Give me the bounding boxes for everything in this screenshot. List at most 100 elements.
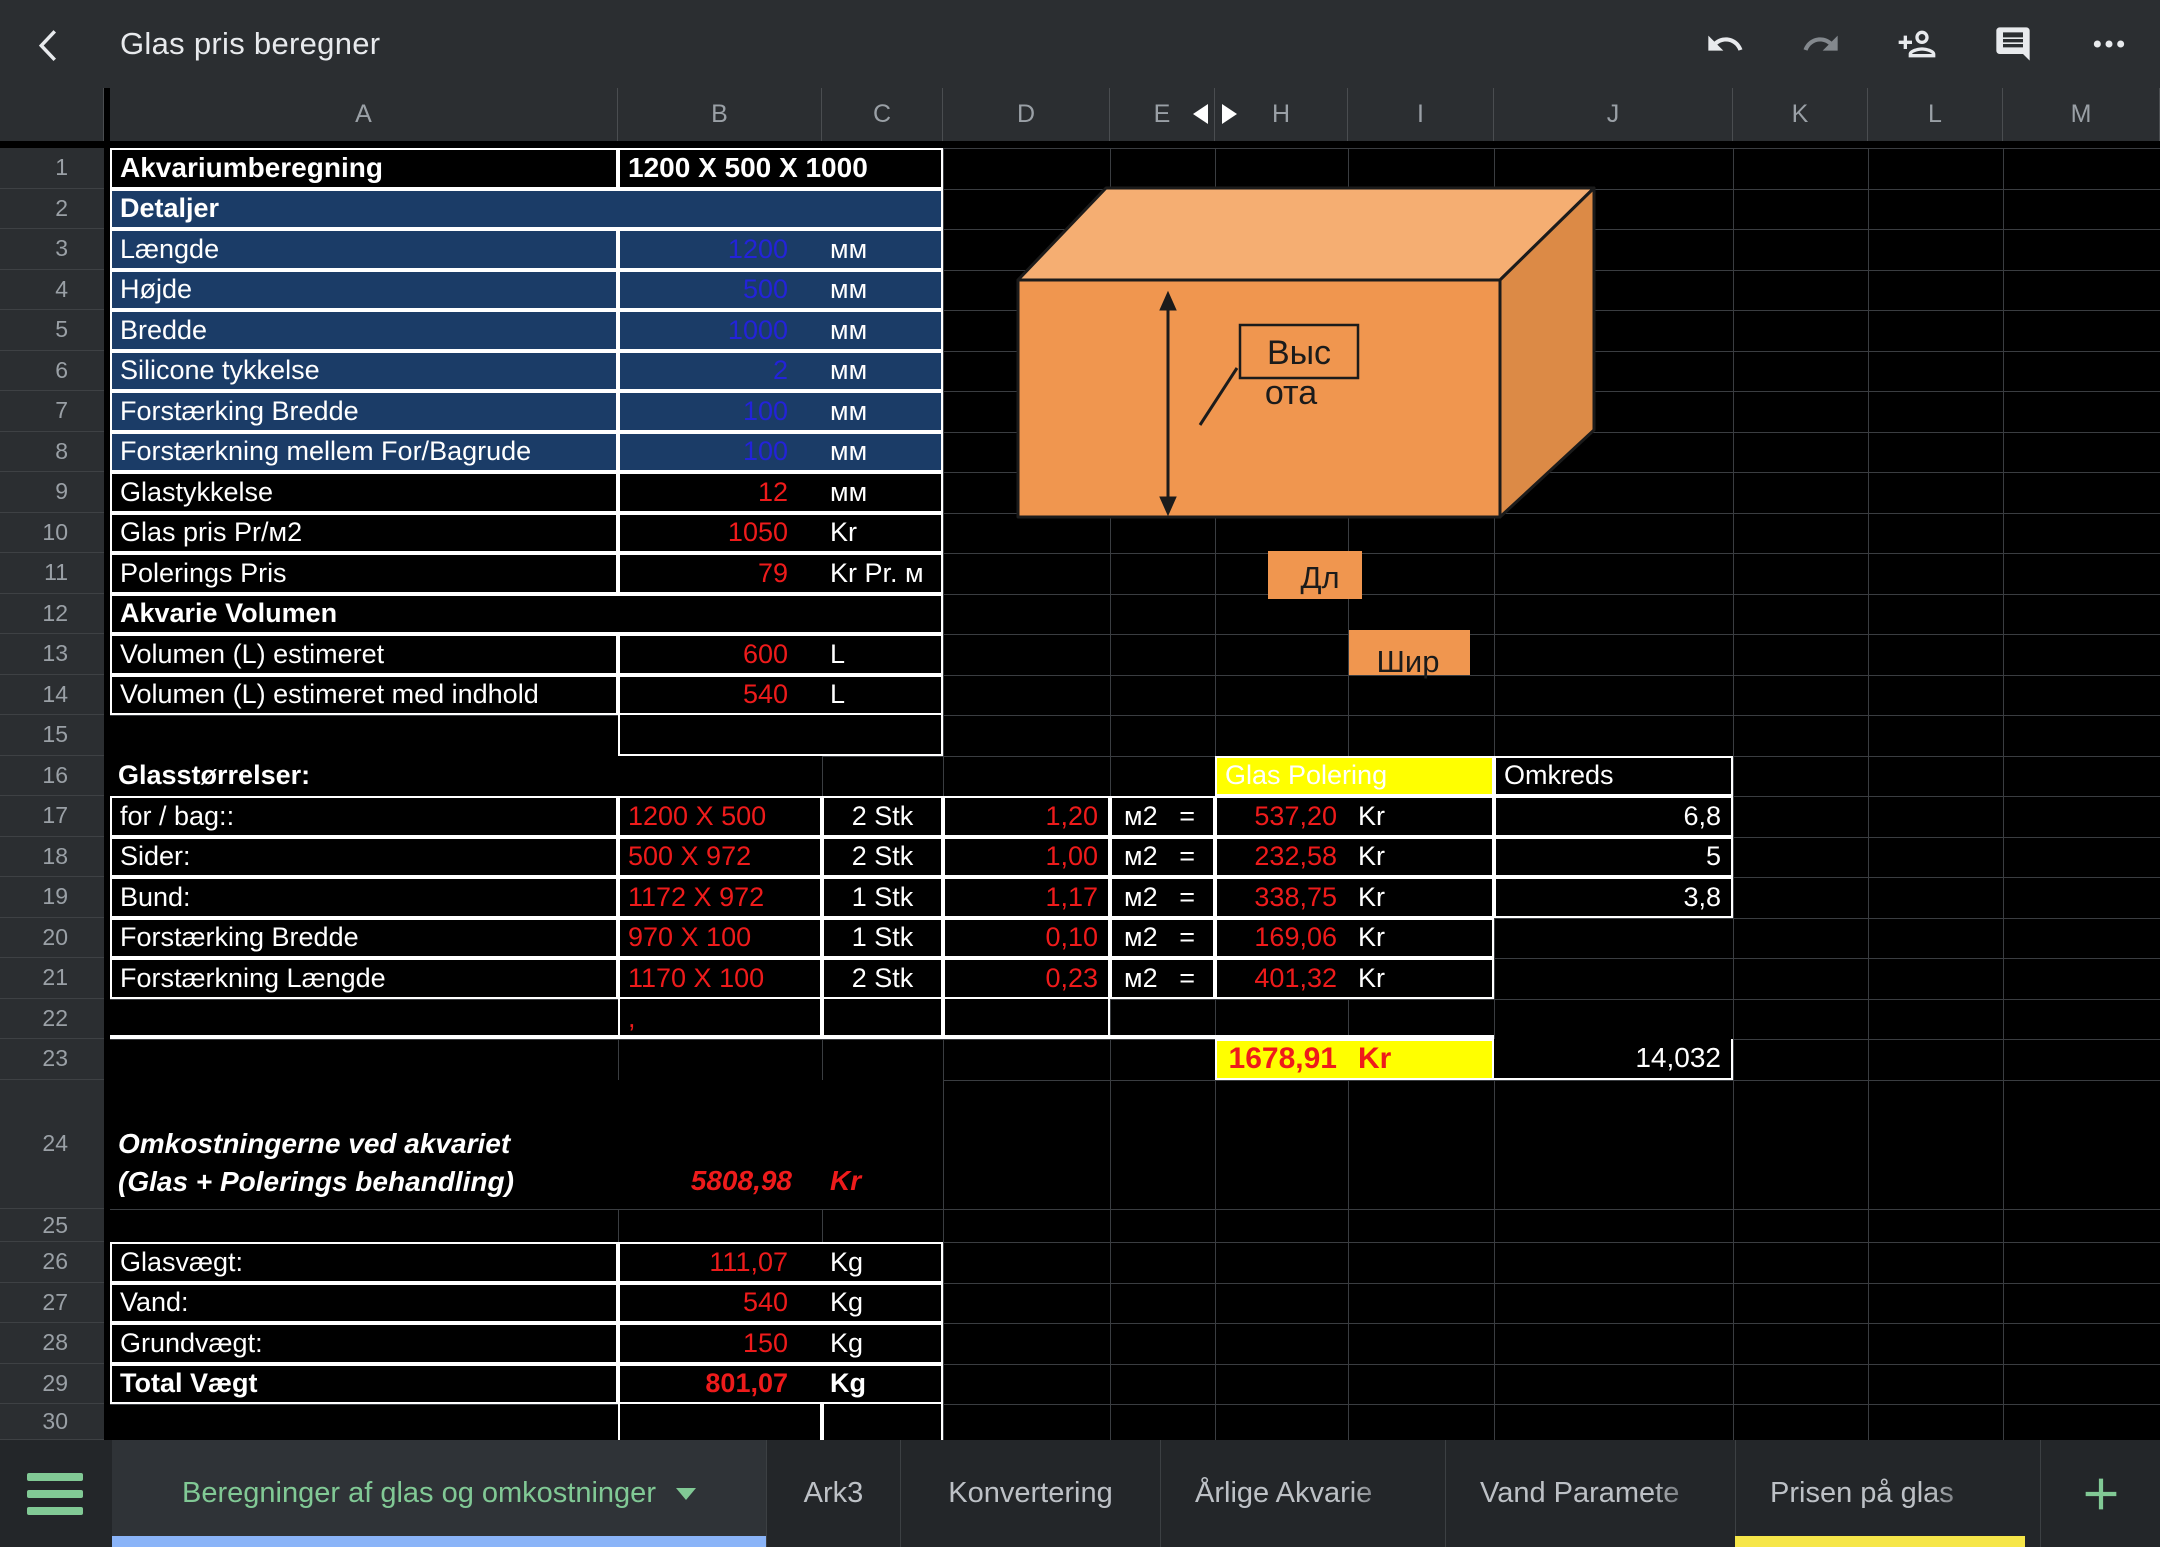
cell-akvarie-volumen-header[interactable]: Akvarie Volumen	[110, 594, 943, 635]
active-tab-indicator	[112, 1536, 766, 1547]
cell-b17[interactable]: 1200 X 500	[618, 796, 822, 837]
cell-b22[interactable]: ,	[618, 999, 822, 1040]
cell-a11[interactable]: Polerings Pris	[110, 553, 618, 594]
cell-a26[interactable]: Glasvægt:	[110, 1242, 618, 1283]
cell-a13[interactable]: Volumen (L) estimeret	[110, 634, 618, 675]
cell-b13[interactable]: 600L	[618, 634, 943, 675]
tab-vand-parametre[interactable]: Vand Paramete	[1445, 1440, 1735, 1547]
cell-b30[interactable]	[618, 1404, 822, 1440]
cell-b26[interactable]: 111,07Kg	[618, 1242, 943, 1283]
cell-h18[interactable]: 232,58Kr	[1215, 837, 1494, 878]
cell-a14[interactable]: Volumen (L) estimeret med indhold	[110, 675, 618, 716]
cell-e19[interactable]: м2=	[1110, 877, 1215, 918]
cell-a29[interactable]: Total Vægt	[110, 1364, 618, 1405]
cell-b4[interactable]: 500мм	[618, 270, 943, 311]
cell-b29[interactable]: 801,07Kg	[618, 1364, 943, 1405]
cell-c19[interactable]: 1 Stk	[822, 877, 943, 918]
cell-dimensions[interactable]: 1200 X 500 X 1000	[618, 148, 943, 189]
cell-b19[interactable]: 1172 X 972	[618, 877, 822, 918]
cell-c24[interactable]: Kr	[822, 1080, 943, 1210]
tab-prisen-paa-glas[interactable]: Prisen på glas	[1735, 1440, 2025, 1547]
cell-d19[interactable]: 1,17	[943, 877, 1110, 918]
cell-b9[interactable]: 12мм	[618, 472, 943, 513]
cell-glasstoerrelser-header[interactable]: Glasstørrelser:	[110, 756, 822, 797]
cell-a9[interactable]: Glastykkelse	[110, 472, 618, 513]
cell-b5[interactable]: 1000мм	[618, 310, 943, 351]
cell-b20[interactable]: 970 X 100	[618, 918, 822, 959]
cell-a21[interactable]: Forstærkning Længde	[110, 958, 618, 999]
cell-b21[interactable]: 1170 X 100	[618, 958, 822, 999]
gridline-h	[110, 1209, 2160, 1210]
cell-h21[interactable]: 401,32Kr	[1215, 958, 1494, 999]
cell-a20[interactable]: Forstærking Bredde	[110, 918, 618, 959]
cell-b11[interactable]: 79Kr Pr. м	[618, 553, 943, 594]
cell-h19[interactable]: 338,75Kr	[1215, 877, 1494, 918]
cell-d22[interactable]	[943, 999, 1110, 1040]
cell-title[interactable]: Akvariumberegning	[110, 148, 618, 189]
cell-cost-value[interactable]: 5808,98	[618, 1080, 822, 1210]
cell-e18[interactable]: м2=	[1110, 837, 1215, 878]
sheets-menu-button[interactable]	[0, 1440, 110, 1547]
cell-total-omkreds[interactable]: 14,032	[1494, 1039, 1733, 1080]
cell-j19[interactable]: 3,8	[1494, 877, 1733, 918]
gridline-h	[110, 1039, 2160, 1040]
cell-h17[interactable]: 537,20Kr	[1215, 796, 1494, 837]
cell-j17[interactable]: 6,8	[1494, 796, 1733, 837]
cell-d17[interactable]: 1,20	[943, 796, 1110, 837]
cell-d21[interactable]: 0,23	[943, 958, 1110, 999]
cell-omkreds-header[interactable]: Omkreds	[1494, 756, 1733, 797]
gridline-v	[1110, 148, 1111, 1440]
cell-b6[interactable]: 2мм	[618, 351, 943, 392]
cell-e17[interactable]: м2=	[1110, 796, 1215, 837]
tab-ark3[interactable]: Ark3	[766, 1440, 900, 1547]
cell-c30[interactable]	[822, 1404, 943, 1440]
cell-glas-polering-header[interactable]: Glas Polering	[1215, 756, 1494, 797]
cell-c22[interactable]	[822, 999, 943, 1040]
cell-b15[interactable]	[618, 715, 943, 756]
cell-b28[interactable]: 150Kg	[618, 1323, 943, 1364]
hidden-columns-collapse-icon[interactable]	[1193, 104, 1208, 124]
gridline-h	[110, 1404, 2160, 1405]
tab-beregninger[interactable]: Beregninger af glas og omkostninger	[112, 1440, 766, 1547]
cell-a19[interactable]: Bund:	[110, 877, 618, 918]
cell-a5[interactable]: Bredde	[110, 310, 618, 351]
tab-aarlige-akvarie[interactable]: Årlige Akvarie	[1160, 1440, 1445, 1547]
cell-a8[interactable]: Forstærkning mellem For/Bagrude	[110, 432, 618, 473]
cell-b14[interactable]: 540L	[618, 675, 943, 716]
cell-b7[interactable]: 100мм	[618, 391, 943, 432]
cell-a4[interactable]: Højde	[110, 270, 618, 311]
cell-e21[interactable]: м2=	[1110, 958, 1215, 999]
cell-a17[interactable]: for / bag::	[110, 796, 618, 837]
cell-a6[interactable]: Silicone tykkelse	[110, 351, 618, 392]
cell-d18[interactable]: 1,00	[943, 837, 1110, 878]
cell-c21[interactable]: 2 Stk	[822, 958, 943, 999]
cell-b18[interactable]: 500 X 972	[618, 837, 822, 878]
cell-b27[interactable]: 540Kg	[618, 1283, 943, 1324]
chevron-down-icon	[676, 1488, 696, 1500]
cell-cost-label[interactable]: Omkostningerne ved akvariet(Glas + Poler…	[110, 1080, 618, 1210]
hidden-columns-expand-icon[interactable]	[1222, 104, 1237, 124]
cell-a28[interactable]: Grundvægt:	[110, 1323, 618, 1364]
tab-konvertering[interactable]: Konvertering	[900, 1440, 1160, 1547]
cell-a3[interactable]: Længde	[110, 229, 618, 270]
cell-e20[interactable]: м2=	[1110, 918, 1215, 959]
cell-c18[interactable]: 2 Stk	[822, 837, 943, 878]
cell-detaljer-header[interactable]: Detaljer	[110, 189, 943, 230]
cell-b3[interactable]: 1200мм	[618, 229, 943, 270]
cell-a27[interactable]: Vand:	[110, 1283, 618, 1324]
cell-h20[interactable]: 169,06Kr	[1215, 918, 1494, 959]
cell-c20[interactable]: 1 Stk	[822, 918, 943, 959]
cell-a18[interactable]: Sider:	[110, 837, 618, 878]
spreadsheet-grid[interactable]: Akvariumberegning1200 X 500 X 1000Detalj…	[0, 0, 2160, 1440]
cell-a10[interactable]: Glas pris Pr/м2	[110, 513, 618, 554]
cell-j18[interactable]: 5	[1494, 837, 1733, 878]
cell-b8[interactable]: 100мм	[618, 432, 943, 473]
cell-c17[interactable]: 2 Stk	[822, 796, 943, 837]
cell-b10[interactable]: 1050Kr	[618, 513, 943, 554]
gridline-h	[110, 999, 2160, 1000]
cell-a7[interactable]: Forstærking Bredde	[110, 391, 618, 432]
cell-d20[interactable]: 0,10	[943, 918, 1110, 959]
add-sheet-button[interactable]	[2040, 1440, 2160, 1547]
cell-total-polering[interactable]: 1678,91Kr	[1215, 1039, 1494, 1080]
app-window: Glas pris beregner ABCDEHIJKLM 123456789…	[0, 0, 2160, 1547]
